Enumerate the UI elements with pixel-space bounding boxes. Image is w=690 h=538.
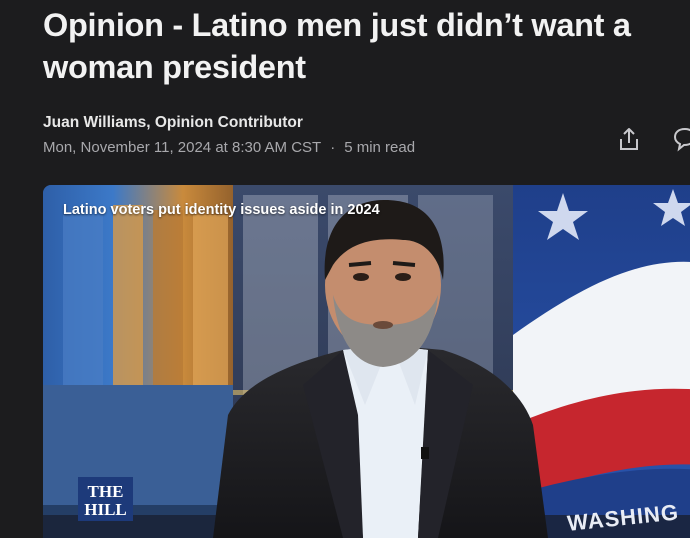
article-title: Opinion - Latino men just didn’t want a … <box>43 4 690 88</box>
video-player[interactable]: Latino voters put identity issues aside … <box>43 185 690 538</box>
article-title-line-1: Opinion - Latino men just didn’t want a <box>43 7 631 43</box>
article-title-line-2: woman president <box>43 49 306 85</box>
author-byline[interactable]: Juan Williams, Opinion Contributor <box>43 114 303 132</box>
the-hill-logo: THE HILL <box>78 477 133 521</box>
meta-separator: · <box>330 139 336 156</box>
video-frame <box>43 185 690 538</box>
share-button[interactable] <box>614 124 644 154</box>
read-time: 5 min read <box>344 139 416 156</box>
video-caption: Latino voters put identity issues aside … <box>63 202 380 218</box>
article-meta: Mon, November 11, 2024 at 8:30 AM CST · … <box>43 139 415 156</box>
share-icon <box>620 128 638 150</box>
comment-icon <box>673 127 690 152</box>
publish-date: Mon, November 11, 2024 at 8:30 AM CST <box>43 139 322 156</box>
comment-button[interactable] <box>670 124 690 154</box>
